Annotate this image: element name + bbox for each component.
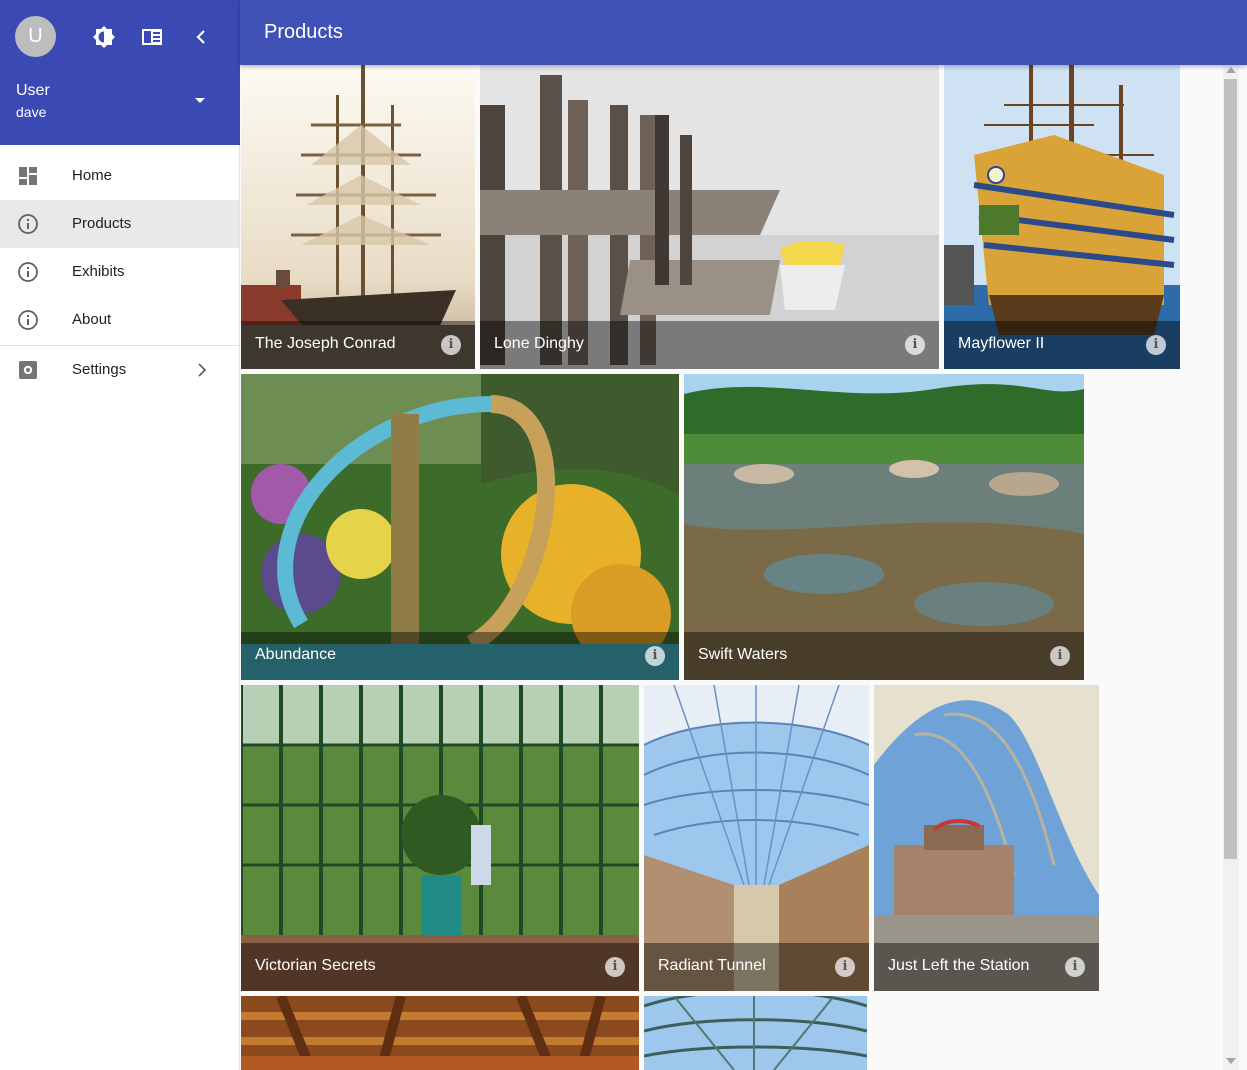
nav-item-exhibits[interactable]: Exhibits xyxy=(0,248,239,296)
arrow-drop-down-icon xyxy=(195,98,205,103)
grid-tile[interactable] xyxy=(644,996,867,1070)
nav-item-label: Settings xyxy=(72,361,127,378)
grid-tile[interactable] xyxy=(241,996,639,1070)
navigation-drawer: U User dave Home Products Exhibits About… xyxy=(0,0,240,1070)
info-icon[interactable]: i xyxy=(1146,335,1166,355)
tile-image xyxy=(644,996,867,1070)
tile-title-bar: Abundance i xyxy=(241,632,679,680)
chevron-right-icon xyxy=(190,358,214,382)
tile-title-bar: The Joseph Conrad i xyxy=(241,321,475,369)
nav-item-label: Exhibits xyxy=(72,263,125,280)
scroll-thumb[interactable] xyxy=(1224,79,1237,859)
user-label: User xyxy=(16,82,50,99)
tile-title: Victorian Secrets xyxy=(255,957,376,974)
tile-title-bar: Victorian Secrets i xyxy=(241,943,639,991)
nav-item-products[interactable]: Products xyxy=(0,200,239,248)
tile-title: Swift Waters xyxy=(698,646,788,663)
chevron-left-icon[interactable] xyxy=(186,22,216,52)
image-grid: The Joseph Conrad i Lone Dinghy i Mayflo… xyxy=(240,65,1223,1070)
grid-tile[interactable]: The Joseph Conrad i xyxy=(241,65,475,369)
grid-tile[interactable]: Swift Waters i xyxy=(684,374,1084,680)
tile-title-bar: Radiant Tunnel i xyxy=(644,943,869,991)
scroll-up-arrow-icon[interactable] xyxy=(1226,67,1236,73)
grid-tile[interactable]: Lone Dinghy i xyxy=(480,65,939,369)
vertical-scrollbar[interactable] xyxy=(1223,65,1239,1070)
nav-item-label: About xyxy=(72,311,112,328)
grid-tile[interactable]: Radiant Tunnel i xyxy=(644,685,869,991)
nav-item-home[interactable]: Home xyxy=(0,152,239,200)
info-icon[interactable]: i xyxy=(605,957,625,977)
tile-title: Lone Dinghy xyxy=(494,335,584,352)
app-bar: Products xyxy=(240,0,1247,65)
info-icon xyxy=(16,212,40,236)
info-icon[interactable]: i xyxy=(645,646,665,666)
tile-title-bar: Just Left the Station i xyxy=(874,943,1099,991)
nav-list: Home Products Exhibits About xyxy=(0,152,239,344)
grid-tile[interactable]: Just Left the Station i xyxy=(874,685,1099,991)
info-icon xyxy=(16,260,40,284)
nav-item-settings[interactable]: Settings xyxy=(0,346,239,394)
nav-item-about[interactable]: About xyxy=(0,296,239,344)
drawer-header: U User dave xyxy=(0,0,240,145)
scroll-down-arrow-icon[interactable] xyxy=(1226,1058,1236,1064)
tile-title-bar: Mayflower II i xyxy=(944,321,1180,369)
page-title: Products xyxy=(264,21,343,43)
info-icon xyxy=(16,308,40,332)
tile-title: The Joseph Conrad xyxy=(255,335,396,352)
nav-item-label: Home xyxy=(72,167,113,184)
info-icon[interactable]: i xyxy=(905,335,925,355)
drawer-layout-icon[interactable] xyxy=(137,22,167,52)
tile-title: Radiant Tunnel xyxy=(658,957,766,974)
avatar[interactable]: U xyxy=(15,16,56,57)
user-menu-dropdown-button[interactable] xyxy=(186,88,214,114)
tile-image xyxy=(241,996,639,1070)
grid-tile[interactable]: Mayflower II i xyxy=(944,65,1180,369)
tile-title-bar: Lone Dinghy i xyxy=(480,321,939,369)
brightness-icon[interactable] xyxy=(89,22,119,52)
user-name: dave xyxy=(16,104,47,120)
grid-tile[interactable]: Victorian Secrets i xyxy=(241,685,639,991)
info-icon[interactable]: i xyxy=(441,335,461,355)
info-icon[interactable]: i xyxy=(1050,646,1070,666)
nav-item-label: Products xyxy=(72,215,132,232)
tile-title-bar: Swift Waters i xyxy=(684,632,1084,680)
tile-title: Just Left the Station xyxy=(888,957,1030,974)
tile-title: Abundance xyxy=(255,646,336,663)
dashboard-icon xyxy=(16,164,40,188)
tile-title: Mayflower II xyxy=(958,335,1045,352)
info-icon[interactable]: i xyxy=(1065,957,1085,977)
info-icon[interactable]: i xyxy=(835,957,855,977)
settings-icon xyxy=(16,358,40,382)
grid-tile[interactable]: Abundance i xyxy=(241,374,679,680)
